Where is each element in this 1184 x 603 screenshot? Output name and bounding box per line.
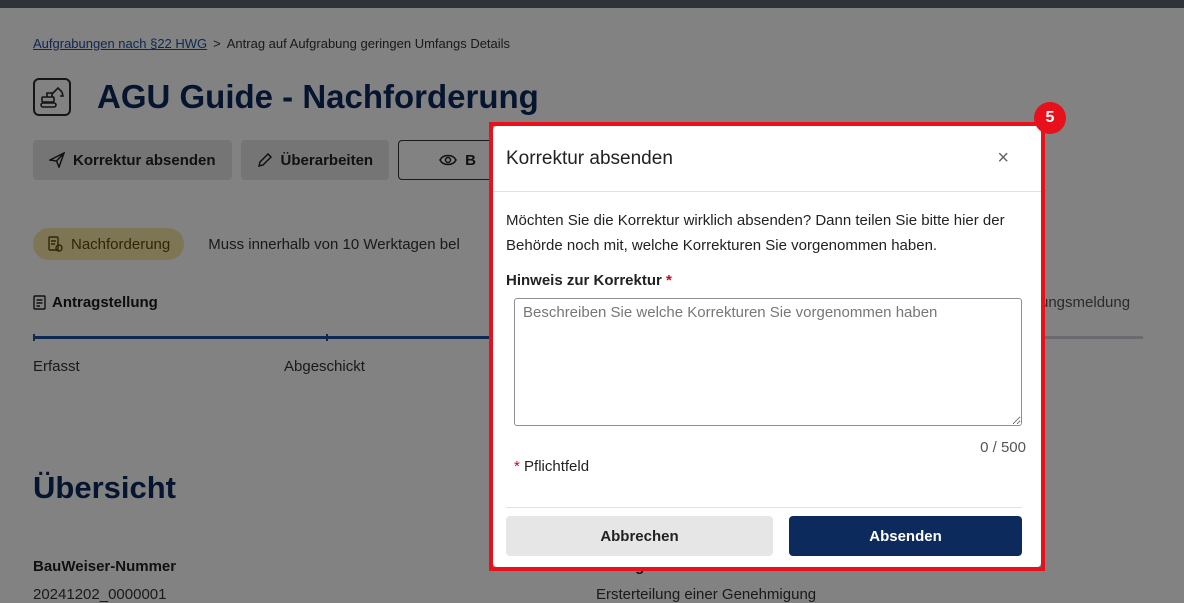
required-note: * Pflichtfeld	[514, 458, 1028, 475]
character-counter: 0 / 500	[980, 439, 1026, 456]
step-number-badge: 5	[1034, 102, 1066, 134]
close-icon[interactable]: ×	[997, 147, 1009, 170]
cancel-button[interactable]: Abbrechen	[506, 516, 773, 556]
dialog-title: Korrektur absenden	[506, 147, 673, 169]
submit-button[interactable]: Absenden	[789, 516, 1022, 556]
dialog-footer: Abbrechen Absenden	[506, 516, 1022, 556]
required-note-asterisk: *	[514, 458, 520, 475]
dialog-message: Möchten Sie die Korrektur wirklich absen…	[506, 212, 1005, 254]
correction-note-label-text: Hinweis zur Korrektur	[506, 272, 662, 289]
dialog-body: Möchten Sie die Korrektur wirklich absen…	[493, 192, 1041, 475]
required-asterisk: *	[666, 272, 672, 289]
required-note-text: Pflichtfeld	[524, 458, 590, 475]
correction-dialog: Korrektur absenden × Möchten Sie die Kor…	[493, 126, 1041, 567]
correction-note-label: Hinweis zur Korrektur *	[506, 272, 1028, 289]
dialog-divider	[506, 507, 1022, 508]
correction-note-input[interactable]	[514, 298, 1022, 426]
dialog-header: Korrektur absenden ×	[493, 126, 1041, 192]
